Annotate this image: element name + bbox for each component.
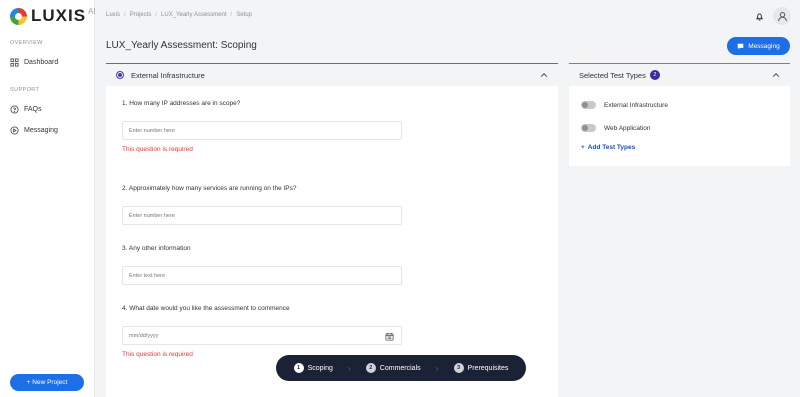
- logo-text: LUXIS: [31, 6, 87, 25]
- logo[interactable]: LUXIS AI: [10, 6, 96, 26]
- messaging-button-label: Messaging: [748, 42, 780, 50]
- support-section-label: SUPPORT: [10, 87, 40, 93]
- breadcrumb-item: Setup: [236, 12, 252, 18]
- test-types-header[interactable]: Selected Test Types 2: [569, 64, 790, 86]
- test-type-row: Web Application: [581, 124, 651, 132]
- chevron-right-icon: ›: [435, 363, 439, 373]
- progress-stepper: 1 Scoping › 2 Commercials › 3 Prerequisi…: [276, 355, 526, 381]
- breadcrumb-separator: /: [230, 12, 233, 18]
- test-type-label: External Infrastructure: [604, 101, 668, 109]
- calendar-icon[interactable]: [385, 332, 394, 341]
- input-placeholder: Enter number here: [129, 127, 175, 134]
- sidebar-item-dashboard[interactable]: Dashboard: [10, 58, 58, 67]
- new-project-button[interactable]: + New Project: [10, 374, 84, 391]
- section-title: External Infrastructure: [131, 70, 205, 80]
- question-label: 1. How many IP addresses are in scope?: [122, 100, 241, 107]
- step-label: Prerequisites: [467, 364, 509, 372]
- question-label: 2. Approximately how many services are r…: [122, 185, 297, 192]
- sidebar-item-label: Dashboard: [24, 59, 59, 66]
- breadcrumb-item[interactable]: Projects: [130, 12, 152, 18]
- test-type-row: External Infrastructure: [581, 101, 668, 109]
- bell-icon[interactable]: [755, 12, 764, 21]
- step-number: 3: [453, 363, 464, 373]
- step-prerequisites[interactable]: 3 Prerequisites: [453, 363, 509, 373]
- sidebar-item-messaging[interactable]: Messaging: [10, 126, 58, 135]
- breadcrumb-item[interactable]: Luxis: [106, 12, 120, 18]
- question-label: 4. What date would you like the assessme…: [122, 305, 290, 312]
- start-date-input[interactable]: mm/dd/yyyy: [122, 326, 402, 345]
- scoping-panel: External Infrastructure 1. How many IP a…: [106, 63, 558, 397]
- step-commercials[interactable]: 2 Commercials: [365, 363, 421, 373]
- sidebar-item-label: Messaging: [24, 127, 58, 134]
- question-label: 3. Any other information: [122, 245, 191, 252]
- logo-mark-icon: [10, 7, 27, 25]
- help-circle-icon: [10, 105, 19, 114]
- input-placeholder: Enter text here: [129, 272, 166, 279]
- test-type-label: Web Application: [604, 124, 651, 132]
- step-scoping[interactable]: 1 Scoping: [293, 363, 333, 373]
- error-message: This question is required: [122, 146, 193, 153]
- step-number: 2: [365, 363, 376, 373]
- chat-icon: [737, 43, 744, 49]
- chevron-up-icon[interactable]: [540, 71, 548, 79]
- overview-section-label: OVERVIEW: [10, 40, 43, 46]
- input-placeholder: Enter number here: [129, 212, 175, 219]
- add-test-types-link[interactable]: + Add Test Types: [581, 144, 635, 151]
- test-type-toggle[interactable]: [581, 124, 596, 132]
- ip-count-input[interactable]: Enter number here: [122, 121, 402, 140]
- sidebar-item-label: FAQs: [24, 106, 42, 113]
- sidebar: LUXIS AI OVERVIEW Dashboard SUPPORT FAQs…: [0, 0, 96, 397]
- breadcrumb-separator: /: [155, 12, 158, 18]
- chevron-up-icon[interactable]: [772, 71, 780, 79]
- test-types-title: Selected Test Types: [579, 70, 646, 80]
- step-label: Commercials: [379, 364, 421, 372]
- avatar[interactable]: [773, 7, 791, 25]
- step-label: Scoping: [307, 364, 333, 372]
- input-placeholder: mm/dd/yyyy: [129, 332, 159, 339]
- section-header[interactable]: External Infrastructure: [106, 64, 558, 86]
- add-test-types-label: Add Test Types: [587, 144, 636, 151]
- logo-suffix: AI: [88, 7, 96, 16]
- user-icon: [777, 11, 787, 21]
- breadcrumb: Luxis / Projects / LUX_Yearly Assessment…: [106, 12, 252, 18]
- breadcrumb-separator: /: [124, 12, 126, 18]
- radio-selected-icon: [116, 71, 124, 79]
- grid-icon: [10, 58, 19, 67]
- test-type-toggle[interactable]: [581, 101, 596, 109]
- message-circle-icon: [10, 126, 19, 135]
- other-info-input[interactable]: Enter text here: [122, 266, 402, 285]
- services-count-input[interactable]: Enter number here: [122, 206, 402, 225]
- error-message: This question is required: [122, 351, 193, 358]
- breadcrumb-item[interactable]: LUX_Yearly Assessment: [161, 12, 226, 18]
- step-number: 1: [293, 363, 304, 373]
- plus-icon: +: [581, 144, 585, 151]
- messaging-button[interactable]: Messaging: [727, 37, 790, 55]
- chevron-right-icon: ›: [347, 363, 351, 373]
- count-badge: 2: [649, 70, 660, 80]
- page-title: LUX_Yearly Assessment: Scoping: [106, 40, 257, 51]
- sidebar-item-faqs[interactable]: FAQs: [10, 105, 42, 114]
- selected-test-types-panel: Selected Test Types 2 External Infrastru…: [569, 63, 790, 166]
